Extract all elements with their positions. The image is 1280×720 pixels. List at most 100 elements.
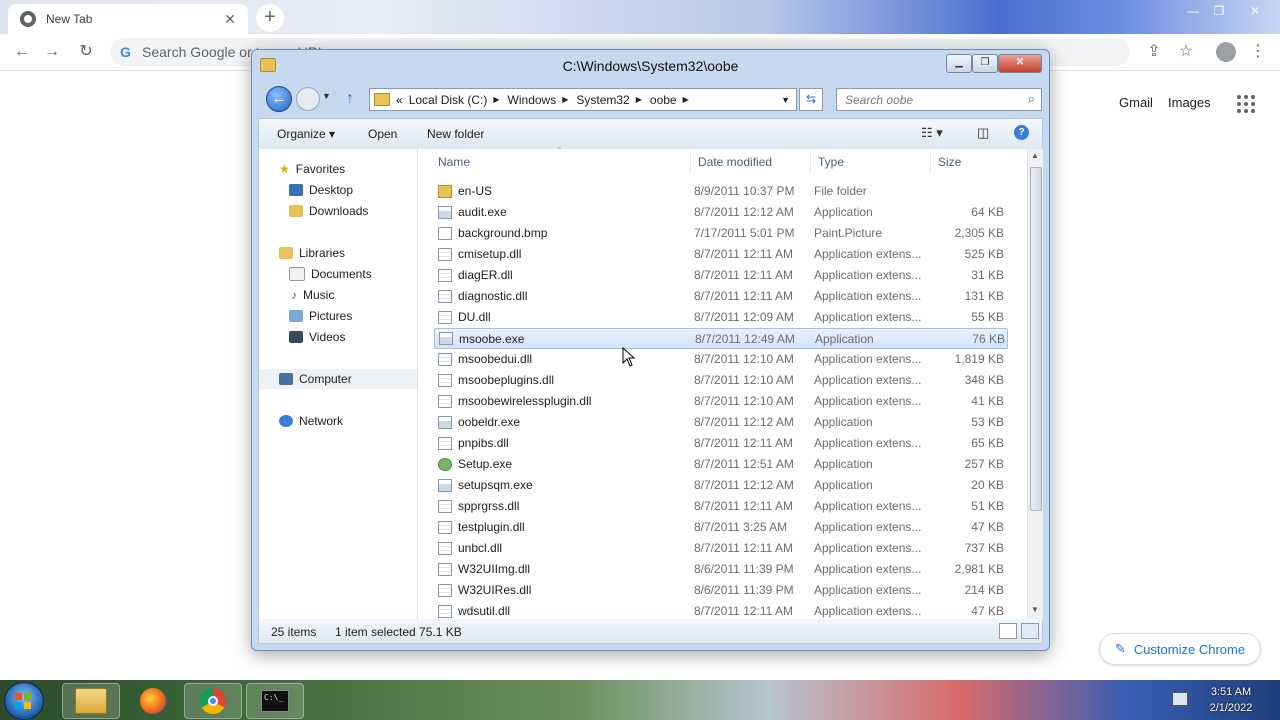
explorer-close-button[interactable]: ✕ (998, 54, 1042, 73)
help-icon[interactable]: ? (1014, 125, 1029, 140)
scroll-up-arrow-icon[interactable]: ▲ (1031, 151, 1039, 160)
overflow-chevron-icon[interactable]: « (396, 93, 403, 107)
open-button[interactable]: Open (368, 127, 397, 141)
column-header-name[interactable]: Name (438, 155, 470, 169)
file-row[interactable]: W32UIRes.dll 8/6/2011 11:39 PM Application… (434, 580, 1006, 600)
breadcrumb-arrow-icon[interactable]: ▶ (683, 95, 689, 104)
bookmark-star-icon[interactable]: ☆ (1176, 42, 1196, 62)
search-box[interactable]: Search oobe ⌕ (836, 88, 1042, 111)
column-header-type[interactable]: Type (818, 155, 844, 169)
file-row[interactable]: diagER.dll 8/7/2011 12:11 AM Application e… (434, 265, 1006, 285)
new-folder-button[interactable]: New folder (427, 127, 484, 141)
customize-chrome-button[interactable]: ✎ Customize Chrome (1099, 633, 1261, 665)
tab-title: New Tab (46, 12, 93, 26)
maximize-button[interactable]: ❐ (1204, 2, 1234, 20)
file-row[interactable]: cmisetup.dll 8/7/2011 12:11 AM Application… (434, 244, 1006, 264)
file-row[interactable]: wdsutil.dll 8/7/2011 12:11 AM Application … (434, 601, 1006, 621)
vertical-scrollbar[interactable]: ▲ ▼ (1027, 149, 1043, 619)
google-apps-icon[interactable] (1237, 95, 1255, 113)
taskbar-explorer[interactable] (62, 683, 120, 719)
nav-network[interactable]: Network (259, 411, 417, 431)
profile-avatar-icon[interactable] (1216, 42, 1236, 62)
explorer-content: ★ Favorites Desktop Downloads Libraries … (258, 146, 1043, 621)
file-name: testplugin.dll (458, 520, 525, 534)
file-row[interactable]: msoobedui.dll 8/7/2011 12:10 AM Applicatio… (434, 349, 1006, 369)
explorer-minimize-button[interactable]: ▁ (946, 54, 972, 73)
app-file-icon (439, 332, 453, 345)
breadcrumb-system32[interactable]: System32 (576, 93, 629, 107)
back-button[interactable]: ← (266, 86, 292, 112)
taskbar-firefox[interactable] (124, 683, 182, 719)
forward-arrow-icon[interactable]: → (42, 42, 62, 62)
file-row[interactable]: Setup.exe 8/7/2011 12:51 AM Application 257… (434, 454, 1006, 474)
file-row[interactable]: msoobe.exe 8/7/2011 12:49 AM Application 76… (434, 328, 1008, 349)
file-row[interactable]: unbcl.dll 8/7/2011 12:11 AM Application ex… (434, 538, 1006, 558)
file-row[interactable]: audit.exe 8/7/2011 12:12 AM Application 64 … (434, 202, 1006, 222)
column-header-size[interactable]: Size (938, 155, 961, 169)
nav-documents[interactable]: Documents (259, 264, 417, 284)
network-tray-icon[interactable] (1172, 692, 1188, 706)
file-row[interactable]: diagnostic.dll 8/7/2011 12:11 AM Applicati… (434, 286, 1006, 306)
organize-button[interactable]: Organize ▾ (277, 127, 335, 141)
nav-downloads[interactable]: Downloads (259, 201, 417, 221)
file-row[interactable]: msoobeplugins.dll 8/7/2011 12:10 AM Applic… (434, 370, 1006, 390)
file-row[interactable]: background.bmp 7/17/2011 5:01 PM Paint.Pic… (434, 223, 1006, 243)
file-row[interactable]: msoobewirelessplugin.dll 8/7/2011 12:10 A… (434, 391, 1006, 411)
nav-music[interactable]: ♪ Music (259, 285, 417, 305)
file-row[interactable]: DU.dll 8/7/2011 12:09 AM Application exten… (434, 307, 1006, 327)
taskbar-chrome[interactable] (184, 683, 242, 719)
change-view-icon[interactable]: ☷ ▾ (921, 125, 943, 141)
nav-computer[interactable]: Computer (259, 369, 417, 389)
file-row[interactable]: pnpibs.dll 8/7/2011 12:11 AM Application e… (434, 433, 1006, 453)
large-icons-view-icon[interactable] (1021, 623, 1039, 639)
scroll-down-arrow-icon[interactable]: ▼ (1031, 605, 1039, 614)
file-row[interactable]: oobeldr.exe 8/7/2011 12:12 AM Application 5… (434, 412, 1006, 432)
file-row[interactable]: spprgrss.dll 8/7/2011 12:11 AM Application… (434, 496, 1006, 516)
dll-file-icon (438, 604, 452, 618)
column-header-date[interactable]: Date modified (698, 155, 772, 169)
nav-videos[interactable]: Videos (259, 327, 417, 347)
back-arrow-icon[interactable]: ← (12, 42, 32, 62)
breadcrumb-arrow-icon[interactable]: ▶ (562, 95, 568, 104)
breadcrumb-local-disk[interactable]: Local Disk (C:) (409, 93, 488, 107)
nav-desktop[interactable]: Desktop (259, 180, 417, 200)
file-date: 8/7/2011 12:12 AM (694, 205, 794, 219)
nav-libraries[interactable]: Libraries (259, 243, 417, 263)
taskbar-clock[interactable]: 3:51 AM 2/1/2022 (1196, 684, 1266, 716)
images-link[interactable]: Images (1168, 95, 1211, 110)
menu-kebab-icon[interactable]: ⋮ (1248, 42, 1268, 62)
new-tab-button[interactable]: + (256, 4, 284, 32)
documents-icon (289, 267, 305, 281)
scrollbar-thumb[interactable] (1030, 167, 1042, 511)
reload-icon[interactable]: ↻ (76, 42, 96, 62)
refresh-icon[interactable]: ⇆ (799, 88, 823, 111)
file-date: 8/9/2011 10:37 PM (694, 184, 795, 198)
file-name: en-US (458, 184, 493, 198)
file-row[interactable]: setupsqm.exe 8/7/2011 12:12 AM Application… (434, 475, 1006, 495)
gmail-link[interactable]: Gmail (1119, 95, 1153, 110)
start-button[interactable] (4, 682, 44, 720)
nav-favorites[interactable]: ★ Favorites (259, 159, 417, 179)
breadcrumb-windows[interactable]: Windows (508, 93, 557, 107)
preview-pane-icon[interactable]: ◫ (977, 125, 989, 141)
breadcrumb-arrow-icon[interactable]: ▶ (493, 95, 499, 104)
file-row[interactable]: W32UIImg.dll 8/6/2011 11:39 PM Application… (434, 559, 1006, 579)
forward-button[interactable] (296, 87, 320, 111)
tab-new-tab[interactable]: New Tab ✕ (8, 4, 248, 34)
breadcrumb-oobe[interactable]: oobe (650, 93, 677, 107)
details-view-icon[interactable] (999, 623, 1017, 639)
close-window-button[interactable]: ✕ (1240, 2, 1270, 20)
tab-close-icon[interactable]: ✕ (220, 11, 240, 28)
recent-pages-dropdown-icon[interactable]: ▼ (322, 91, 331, 101)
file-row[interactable]: testplugin.dll 8/7/2011 3:25 AM Applicatio… (434, 517, 1006, 537)
taskbar-cmd[interactable]: C:\_ (246, 683, 304, 719)
explorer-maximize-button[interactable]: ❐ (972, 54, 998, 73)
share-icon[interactable]: ⇪ (1144, 42, 1164, 62)
address-dropdown-icon[interactable]: ▼ (781, 95, 790, 105)
file-row[interactable]: en-US 8/9/2011 10:37 PM File folder (434, 181, 1006, 201)
up-arrow-icon[interactable]: ↑ (346, 90, 354, 108)
breadcrumb-arrow-icon[interactable]: ▶ (636, 95, 642, 104)
file-type: Application (814, 415, 873, 429)
address-bar[interactable]: « Local Disk (C:) ▶ Windows ▶ System32 ▶ oo… (369, 88, 797, 111)
nav-pictures[interactable]: Pictures (259, 306, 417, 326)
